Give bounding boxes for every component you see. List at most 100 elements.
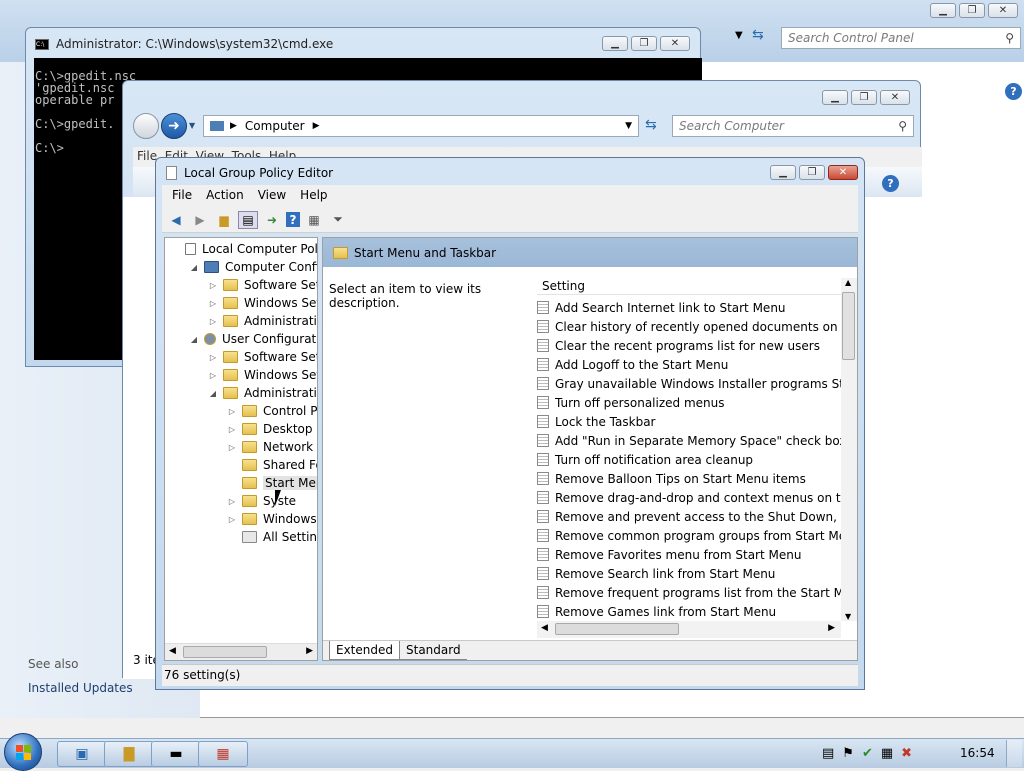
setting-row[interactable]: Remove Search link from Start Menu	[537, 564, 775, 583]
taskbar-control-panel-button[interactable]: ▣	[57, 741, 107, 767]
scroll-thumb[interactable]	[842, 292, 855, 360]
search-icon[interactable]: ⚲	[1005, 31, 1014, 45]
start-button[interactable]	[4, 733, 42, 771]
tree-item[interactable]: ▷ Administrative Te	[207, 312, 317, 330]
refresh-icon[interactable]: ⇆	[645, 117, 657, 133]
installed-updates-link[interactable]: Installed Updates	[28, 681, 133, 695]
gpedit-close-button[interactable]: ✕	[828, 165, 858, 180]
setting-row[interactable]: Turn off notification area cleanup	[537, 450, 753, 469]
show-desktop-button[interactable]	[1006, 740, 1022, 767]
expand-toggle-icon[interactable]: ▷	[226, 443, 238, 452]
tree-item[interactable]: ▷ Desktop	[226, 420, 313, 438]
up-folder-icon[interactable]: ▆	[214, 211, 234, 229]
tree-horizontal-scrollbar[interactable]: ◀ ▶	[165, 643, 317, 660]
scroll-thumb[interactable]	[183, 646, 267, 658]
help-icon[interactable]: ?	[286, 212, 300, 227]
tree-item[interactable]: ◢ User Configuration	[188, 330, 317, 348]
setting-row[interactable]: Remove drag-and-drop and context menus o…	[537, 488, 841, 507]
forward-button[interactable]: ➜	[161, 113, 187, 139]
taskbar-gpedit-button[interactable]: ▦	[198, 741, 248, 767]
show-hide-tree-icon[interactable]: ▤	[238, 210, 258, 229]
close-button[interactable]: ✕	[988, 3, 1018, 18]
settings-horizontal-scrollbar[interactable]: ◀ ▶	[537, 621, 841, 638]
setting-row[interactable]: Remove frequent programs list from the S…	[537, 583, 841, 602]
gpedit-maximize-button[interactable]: ❐	[799, 165, 825, 180]
setting-row[interactable]: Remove Favorites menu from Start Menu	[537, 545, 801, 564]
tree-item[interactable]: Shared Folder	[226, 456, 317, 474]
tree-item[interactable]: ▷ Software Settings	[207, 348, 317, 366]
breadcrumb-computer[interactable]: Computer	[245, 119, 305, 133]
setting-row[interactable]: Add Logoff to the Start Menu	[537, 355, 728, 374]
cmd-close-button[interactable]: ✕	[660, 36, 690, 51]
cmd-maximize-button[interactable]: ❐	[631, 36, 657, 51]
minimize-button[interactable]: ▁	[930, 3, 956, 18]
history-chevron-icon[interactable]: ▼	[189, 121, 195, 130]
help-icon[interactable]: ?	[882, 175, 899, 192]
tab-extended[interactable]: Extended	[329, 641, 400, 660]
setting-row[interactable]: Turn off personalized menus	[537, 393, 724, 412]
expand-toggle-icon[interactable]: ▷	[207, 317, 219, 326]
expand-toggle-icon[interactable]: ◢	[207, 389, 219, 398]
scroll-left-icon[interactable]: ◀	[169, 646, 176, 656]
menu-action[interactable]: Action	[206, 188, 244, 204]
control-panel-search-input[interactable]: Search Control Panel ⚲	[781, 27, 1021, 49]
volume-muted-icon[interactable]: ✖	[901, 746, 912, 761]
tree-item[interactable]: ▷ Network	[226, 438, 313, 456]
setting-row[interactable]: Remove common program groups from Start …	[537, 526, 841, 545]
network-icon[interactable]: ▦	[881, 746, 893, 761]
menu-view[interactable]: View	[258, 188, 286, 204]
tree-item[interactable]: Local Computer Policy	[169, 240, 317, 258]
tab-standard[interactable]: Standard	[400, 641, 467, 660]
checkmark-icon[interactable]: ✔	[862, 746, 873, 761]
export-list-icon[interactable]: ➜	[262, 211, 282, 229]
filter-icon[interactable]: ⏷	[328, 211, 348, 229]
clock[interactable]: 16:54	[960, 746, 995, 760]
refresh-icon[interactable]: ⇆	[752, 27, 764, 43]
computer-close-button[interactable]: ✕	[880, 90, 910, 105]
menu-file[interactable]: File	[172, 188, 192, 204]
flag-icon[interactable]: ⚑	[842, 746, 854, 761]
scroll-left-icon[interactable]: ◀	[541, 623, 548, 633]
setting-row[interactable]: Add "Run in Separate Memory Space" check…	[537, 431, 841, 450]
tree-item[interactable]: ▷ Syste	[226, 492, 296, 510]
expand-toggle-icon[interactable]: ▷	[207, 299, 219, 308]
settings-vertical-scrollbar[interactable]: ▲ ▼	[841, 278, 857, 621]
setting-row[interactable]: Clear the recent programs list for new u…	[537, 336, 820, 355]
expand-toggle-icon[interactable]: ▷	[226, 407, 238, 416]
tree-item[interactable]: ▷ Software Settings	[207, 276, 317, 294]
forward-arrow-icon[interactable]: ▶	[190, 211, 210, 229]
setting-row[interactable]: Lock the Taskbar	[537, 412, 656, 431]
setting-row[interactable]: Remove Balloon Tips on Start Menu items	[537, 469, 806, 488]
tree-item[interactable]: ▷ Windows Setting	[207, 294, 317, 312]
tree-item[interactable]: ▷ Windows Cor	[226, 510, 317, 528]
notes-icon[interactable]: ▤	[822, 746, 834, 761]
tree-item[interactable]: Start Menu ar	[226, 474, 317, 492]
expand-toggle-icon[interactable]: ▷	[226, 425, 238, 434]
computer-search-input[interactable]: Search Computer ⚲	[672, 115, 914, 137]
search-icon[interactable]: ⚲	[898, 119, 907, 133]
expand-toggle-icon[interactable]: ▷	[226, 515, 238, 524]
setting-row[interactable]: Add Search Internet link to Start Menu	[537, 298, 786, 317]
expand-toggle-icon[interactable]: ▷	[226, 497, 238, 506]
expand-toggle-icon[interactable]: ▷	[207, 353, 219, 362]
chevron-down-icon[interactable]: ▼	[625, 121, 632, 131]
scroll-right-icon[interactable]: ▶	[828, 623, 835, 633]
setting-column-header[interactable]: Setting	[537, 275, 857, 295]
tree-item[interactable]: ◢ Administrative Te	[207, 384, 317, 402]
cmd-minimize-button[interactable]: ▁	[602, 36, 628, 51]
properties-icon[interactable]: ▦	[304, 211, 324, 229]
setting-row[interactable]: Remove and prevent access to the Shut Do…	[537, 507, 841, 526]
expand-toggle-icon[interactable]: ▷	[207, 281, 219, 290]
back-button[interactable]	[133, 113, 159, 139]
menu-help[interactable]: Help	[300, 188, 327, 204]
tree-pane[interactable]: Local Computer Policy◢Computer Configura…	[164, 237, 318, 661]
help-icon[interactable]: ?	[1005, 83, 1022, 100]
expand-toggle-icon[interactable]: ◢	[188, 335, 200, 344]
expand-toggle-icon[interactable]: ◢	[188, 263, 200, 272]
tree-item[interactable]: All Settings	[226, 528, 317, 546]
scroll-thumb[interactable]	[555, 623, 679, 635]
back-arrow-icon[interactable]: ◀	[166, 211, 186, 229]
tree-item[interactable]: ▷ Control Panel	[226, 402, 317, 420]
computer-minimize-button[interactable]: ▁	[822, 90, 848, 105]
computer-maximize-button[interactable]: ❐	[851, 90, 877, 105]
